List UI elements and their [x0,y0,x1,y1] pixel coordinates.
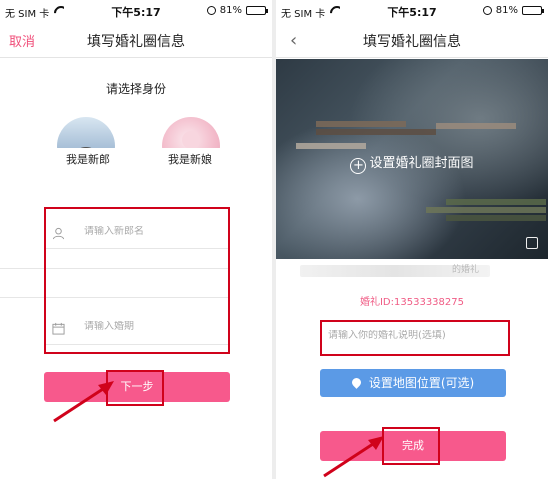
page-title: 填写婚礼圈信息 [363,34,461,50]
role-groom-label[interactable]: 我是新郎 [66,151,110,167]
nav-bar: ‹ 填写婚礼圈信息 [276,22,548,58]
battery-percent: 81% [495,5,518,16]
battery-icon [522,6,544,15]
rotation-lock-icon [482,6,492,15]
battery-icon [246,6,268,15]
wedding-date-field[interactable] [46,314,228,344]
set-map-location-button[interactable]: 设置地图位置(可选) [320,369,506,397]
status-bar: 无 SIM 卡 下午5:17 81% [276,0,548,22]
identity-title: 请选择身份 [105,82,166,96]
set-cover-button[interactable]: + 设置婚礼圈封面图 [276,152,548,174]
done-button[interactable]: 完成 [320,431,506,461]
location-pin-icon [349,376,363,389]
wedding-id: 婚礼ID:13533338275 [359,297,464,308]
cover-image-area[interactable]: + 设置婚礼圈封面图 [276,59,548,259]
wedding-date-input[interactable] [84,321,228,332]
edit-icon[interactable] [526,237,538,249]
add-circle-icon: + [350,158,367,174]
nav-bar: 取消 填写婚礼圈信息 [0,22,272,58]
user-icon [52,227,65,240]
role-bride-label[interactable]: 我是新娘 [168,151,212,167]
page-title: 填写婚礼圈信息 [87,34,185,50]
set-cover-label: 设置婚礼圈封面图 [369,156,474,171]
wedding-message-input[interactable] [328,330,503,341]
rotation-lock-icon [206,6,216,15]
groom-name-field[interactable] [46,219,228,249]
left-phone-screen: 无 SIM 卡 下午5:17 81% 取消 填写婚礼圈信息 请选择身份 我是新郎… [0,0,272,479]
calendar-icon [52,322,65,335]
wedding-name-suffix: 的婚礼 [452,265,480,275]
groom-name-input[interactable] [84,226,228,237]
status-bar: 无 SIM 卡 下午5:17 81% [0,0,272,22]
right-phone-screen: 无 SIM 卡 下午5:17 81% ‹ 填写婚礼圈信息 + 设置婚礼圈封面图 的… [276,0,548,479]
next-button[interactable]: 下一步 [44,372,230,402]
battery-percent: 81% [219,5,242,16]
map-button-label: 设置地图位置(可选) [368,376,475,390]
